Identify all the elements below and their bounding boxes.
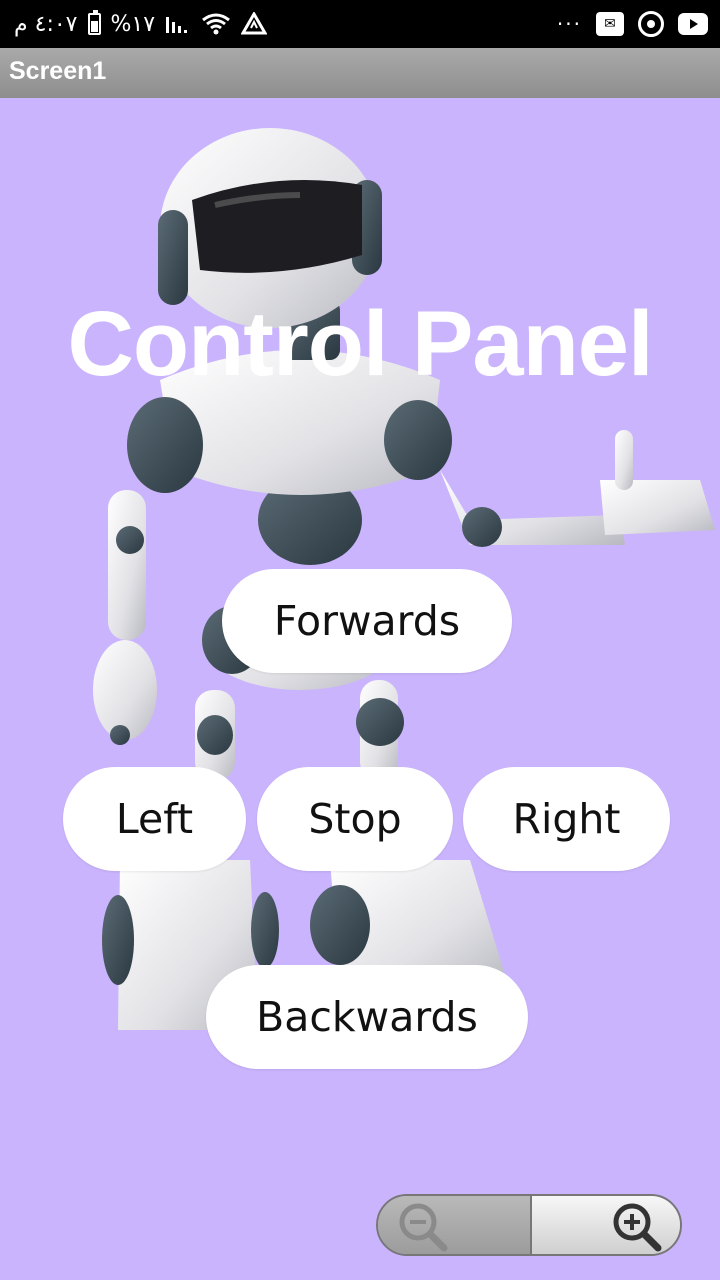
right-button[interactable]: Right — [463, 767, 670, 871]
zoom-out-icon — [399, 1203, 448, 1252]
backwards-button[interactable]: Backwards — [206, 965, 528, 1069]
app-title-bar: Screen1 — [0, 48, 720, 98]
wifi-icon — [202, 13, 230, 35]
more-notifications-icon: ··· — [556, 12, 582, 36]
youtube-icon — [678, 13, 708, 35]
left-button[interactable]: Left — [63, 767, 246, 871]
status-bar: ٤:٠٧ م %١٧ ··· ✉ — [0, 0, 720, 48]
status-right: ··· ✉ — [557, 8, 708, 40]
screen-title: Screen1 — [9, 57, 107, 85]
zoom-controls — [376, 1194, 682, 1256]
clock: ٤:٠٧ م — [14, 11, 78, 37]
zoom-in-icon — [613, 1203, 662, 1252]
battery-icon — [87, 10, 101, 35]
stop-button[interactable]: Stop — [257, 767, 453, 871]
signal-icon — [166, 17, 188, 33]
data-transfer-icon — [241, 12, 268, 35]
zoom-in-button[interactable] — [532, 1196, 680, 1254]
forwards-button[interactable]: Forwards — [222, 569, 512, 673]
status-left: ٤:٠٧ م %١٧ — [14, 8, 268, 40]
battery-level: %١٧ — [110, 11, 156, 37]
control-panel-heading: Control Panel — [67, 293, 653, 395]
app-notification-icon: ✉ — [596, 12, 624, 36]
zoom-out-button[interactable] — [378, 1196, 532, 1254]
chrome-icon — [638, 11, 664, 37]
